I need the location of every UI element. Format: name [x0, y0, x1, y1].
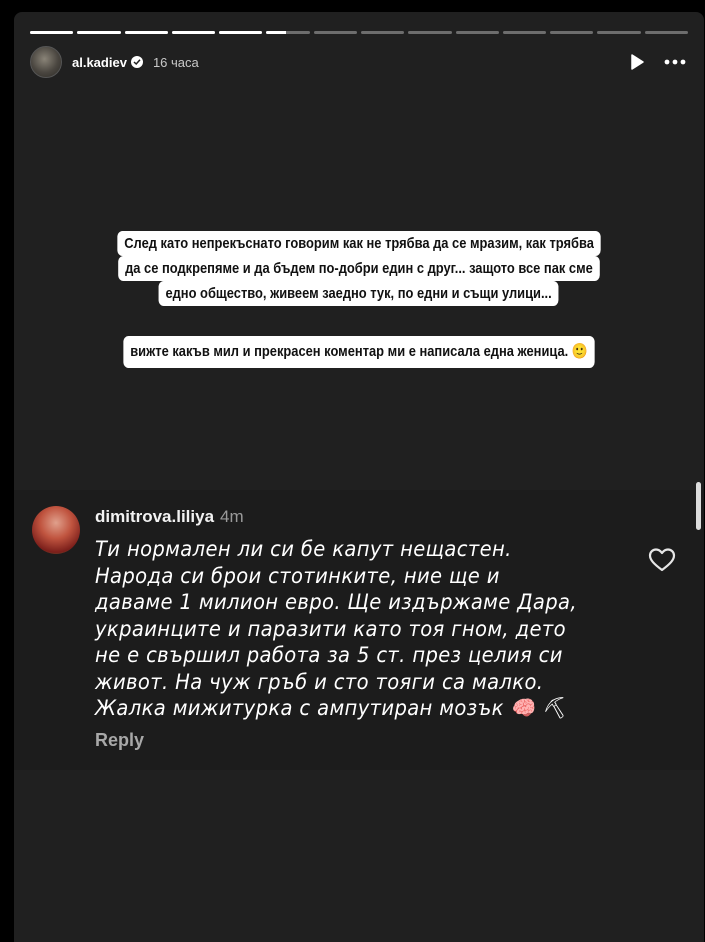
caption-line: едно общество, живеем заедно тук, по едн… — [158, 281, 560, 306]
progress-segment-fill — [30, 31, 74, 34]
progress-segment — [313, 31, 357, 34]
comment-screenshot: dimitrova.liliya 4m Ти нормален ли си бе … — [14, 490, 704, 770]
progress-segment — [30, 31, 74, 34]
caption-line: вижте какъв мил и прекрасен коментар ми … — [123, 336, 595, 368]
play-icon[interactable] — [626, 51, 648, 73]
story-progress-bar — [30, 31, 688, 34]
story-caption-block-2: вижте какъв мил и прекрасен коментар ми … — [14, 336, 704, 368]
story-viewer: al.kadiev 16 часа След като непрекъснато… — [14, 12, 704, 942]
commenter-username: dimitrova.liliya — [95, 507, 215, 526]
progress-segment-fill — [266, 31, 286, 34]
progress-segment — [502, 31, 547, 34]
profile-avatar[interactable] — [30, 46, 62, 78]
verified-badge-icon — [130, 56, 143, 68]
story-caption-block: След като непрекъснато говорим как не тр… — [14, 231, 704, 306]
commenter-header: dimitrova.liliya 4m — [95, 507, 244, 527]
progress-segment — [266, 31, 310, 34]
profile-username[interactable]: al.kadiev — [72, 55, 127, 70]
heart-outline-icon — [648, 547, 676, 573]
progress-segment-fill — [219, 31, 263, 34]
more-horizontal-icon[interactable] — [662, 51, 688, 73]
progress-segment — [77, 31, 121, 34]
progress-segment — [455, 31, 499, 34]
story-timestamp: 16 часа — [152, 54, 199, 70]
progress-segment — [219, 31, 263, 34]
progress-segment — [644, 31, 688, 34]
reply-button: Reply — [95, 730, 145, 750]
progress-segment — [408, 31, 452, 34]
story-header: al.kadiev 16 часа — [30, 46, 688, 78]
comment-time: 4m — [220, 507, 244, 526]
caption-line: След като непрекъснато говорим как не тр… — [117, 231, 601, 256]
progress-segment — [597, 31, 641, 34]
scrollbar[interactable] — [696, 482, 701, 530]
progress-segment — [550, 31, 594, 34]
comment-text: Ти нормален ли си бе капут нещастен. Нар… — [95, 537, 577, 720]
caption-line: да се подкрепяме и да бъдем по-добри еди… — [118, 256, 600, 281]
progress-segment-fill — [124, 31, 168, 34]
progress-segment — [124, 31, 168, 34]
commenter-avatar — [32, 506, 80, 554]
progress-segment — [360, 31, 405, 34]
progress-segment — [171, 31, 216, 34]
progress-segment-fill — [171, 31, 216, 34]
progress-segment-fill — [77, 31, 121, 34]
